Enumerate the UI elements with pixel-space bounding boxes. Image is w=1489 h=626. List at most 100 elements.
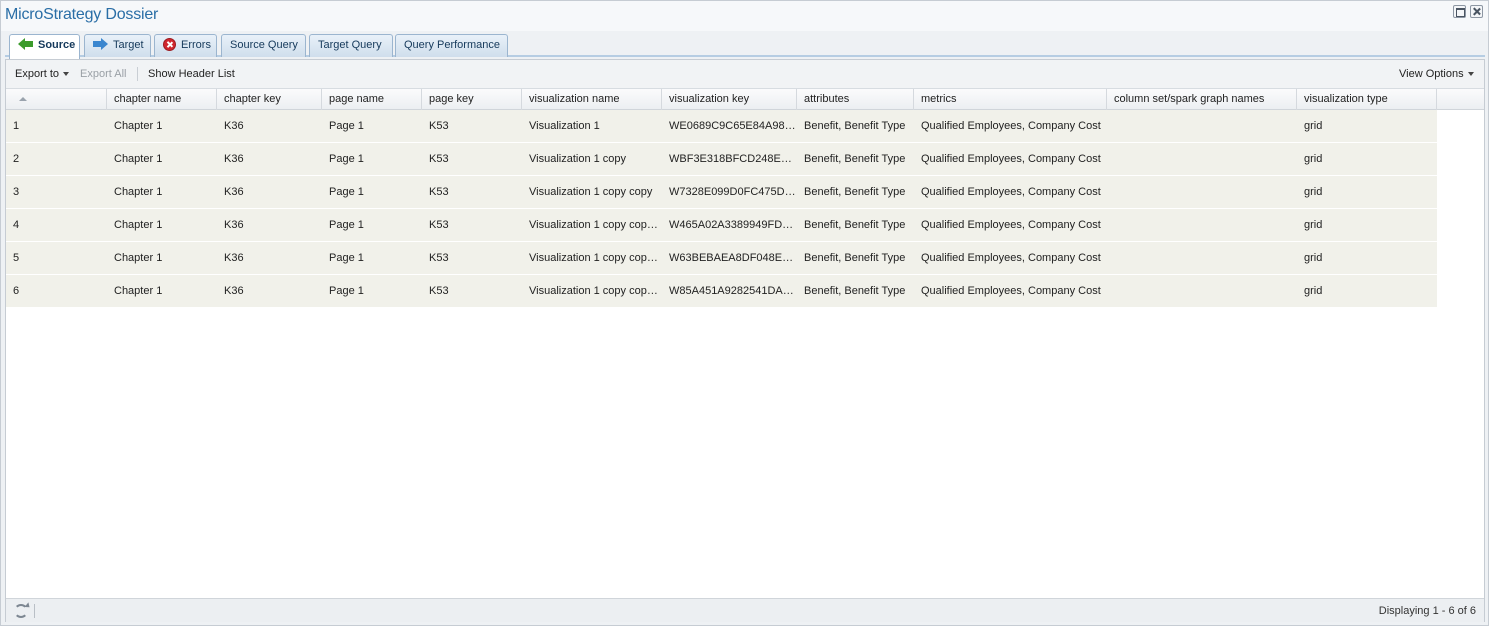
cell-visualization-name: Visualization 1 copy cop… <box>529 252 658 264</box>
tab-errors-label: Errors <box>181 39 211 51</box>
cell-metrics: Qualified Employees, Company Cost <box>921 285 1101 297</box>
column-header-visualization-name[interactable]: visualization name <box>522 89 662 110</box>
cell-page-name: Page 1 <box>329 186 364 198</box>
chevron-down-icon <box>63 72 70 77</box>
cell-visualization-name: Visualization 1 copy cop… <box>529 285 658 297</box>
grid-header: chapter name chapter key page name page … <box>6 89 1484 110</box>
cell-visualization-type: grid <box>1304 252 1323 264</box>
cell-column-set <box>1107 275 1297 307</box>
cell-visualization-name: Visualization 1 copy cop… <box>529 219 658 231</box>
cell-attributes: Benefit, Benefit Type <box>804 153 906 165</box>
cell-chapter-name: Chapter 1 <box>114 153 163 165</box>
column-header-index[interactable] <box>6 89 107 110</box>
column-header-visualization-type[interactable]: visualization type <box>1297 89 1437 110</box>
cell-index: 4 <box>13 219 20 231</box>
cell-metrics: Qualified Employees, Company Cost <box>921 186 1101 198</box>
show-header-list-button[interactable]: Show Header List <box>148 68 235 80</box>
tab-source-label: Source <box>38 39 76 51</box>
cell-visualization-key: W85A451A9282541DA… <box>669 285 794 297</box>
column-header-page-name[interactable]: page name <box>322 89 422 110</box>
cell-column-set <box>1107 209 1297 241</box>
refresh-icon[interactable] <box>14 604 28 618</box>
cell-page-key: K53 <box>429 186 449 198</box>
export-to-label: Export to <box>15 68 60 80</box>
column-header-chapter-key[interactable]: chapter key <box>217 89 322 110</box>
cell-visualization-key: W465A02A3389949FD… <box>669 219 794 231</box>
status-bar: Displaying 1 - 6 of 6 <box>6 598 1484 622</box>
cell-visualization-key: WBF3E318BFCD248E8… <box>669 153 797 165</box>
cell-column-set <box>1107 110 1297 142</box>
cell-chapter-key: K36 <box>224 120 244 132</box>
view-options-button[interactable]: View Options <box>1399 68 1474 80</box>
column-header-attributes[interactable]: attributes <box>797 89 914 110</box>
cell-metrics: Qualified Employees, Company Cost <box>921 153 1101 165</box>
cell-index: 2 <box>13 153 20 165</box>
grid-body: 1 Chapter 1 K36 Page 1 K53 Visualization… <box>6 110 1484 598</box>
cell-metrics: Qualified Employees, Company Cost <box>921 252 1101 264</box>
cell-attributes: Benefit, Benefit Type <box>804 219 906 231</box>
cell-chapter-key: K36 <box>224 252 244 264</box>
table-row[interactable]: 3 Chapter 1 K36 Page 1 K53 Visualization… <box>6 176 1437 209</box>
dossier-window: MicroStrategy Dossier Source Target Erro… <box>0 0 1489 626</box>
grid-toolbar: Export to Export All Show Header List Vi… <box>6 60 1484 89</box>
tab-source[interactable]: Source <box>9 34 80 59</box>
tab-target-query[interactable]: Target Query <box>309 34 393 57</box>
cell-visualization-type: grid <box>1304 153 1323 165</box>
cell-index: 5 <box>13 252 20 264</box>
export-to-button[interactable]: Export to <box>15 68 70 80</box>
column-header-metrics[interactable]: metrics <box>914 89 1107 110</box>
chevron-down-icon <box>1467 72 1474 77</box>
table-row[interactable]: 2 Chapter 1 K36 Page 1 K53 Visualization… <box>6 143 1437 176</box>
cell-chapter-name: Chapter 1 <box>114 186 163 198</box>
cell-page-name: Page 1 <box>329 219 364 231</box>
tab-query-performance-label: Query Performance <box>404 39 500 51</box>
close-icon[interactable] <box>1470 5 1483 18</box>
cell-visualization-name: Visualization 1 <box>529 120 600 132</box>
cell-page-name: Page 1 <box>329 153 364 165</box>
column-header-visualization-key[interactable]: visualization key <box>662 89 797 110</box>
grid-panel: Export to Export All Show Header List Vi… <box>5 59 1485 622</box>
table-row[interactable]: 5 Chapter 1 K36 Page 1 K53 Visualization… <box>6 242 1437 275</box>
column-header-chapter-name[interactable]: chapter name <box>107 89 217 110</box>
cell-chapter-key: K36 <box>224 219 244 231</box>
cell-page-name: Page 1 <box>329 285 364 297</box>
cell-attributes: Benefit, Benefit Type <box>804 285 906 297</box>
cell-visualization-type: grid <box>1304 120 1323 132</box>
maximize-icon[interactable] <box>1453 5 1466 18</box>
tab-target[interactable]: Target <box>84 34 151 57</box>
column-header-column-set[interactable]: column set/spark graph names <box>1107 89 1297 110</box>
column-header-page-key[interactable]: page key <box>422 89 522 110</box>
arrow-left-icon <box>18 38 33 51</box>
cell-chapter-key: K36 <box>224 153 244 165</box>
cell-chapter-name: Chapter 1 <box>114 219 163 231</box>
cell-visualization-key: WE0689C9C65E84A98… <box>669 120 796 132</box>
cell-metrics: Qualified Employees, Company Cost <box>921 219 1101 231</box>
status-divider <box>34 604 35 618</box>
export-all-button[interactable]: Export All <box>80 68 126 80</box>
cell-index: 3 <box>13 186 20 198</box>
cell-page-key: K53 <box>429 252 449 264</box>
window-title: MicroStrategy Dossier <box>5 6 159 23</box>
tab-errors[interactable]: Errors <box>154 34 217 57</box>
cell-chapter-name: Chapter 1 <box>114 120 163 132</box>
cell-page-key: K53 <box>429 153 449 165</box>
cell-visualization-type: grid <box>1304 219 1323 231</box>
cell-chapter-key: K36 <box>224 186 244 198</box>
cell-page-key: K53 <box>429 285 449 297</box>
tab-query-performance[interactable]: Query Performance <box>395 34 508 57</box>
arrow-right-icon <box>93 38 108 51</box>
cell-chapter-name: Chapter 1 <box>114 285 163 297</box>
cell-column-set <box>1107 176 1297 208</box>
cell-chapter-name: Chapter 1 <box>114 252 163 264</box>
cell-metrics: Qualified Employees, Company Cost <box>921 120 1101 132</box>
paging-status: Displaying 1 - 6 of 6 <box>1378 605 1476 617</box>
tab-source-query[interactable]: Source Query <box>221 34 306 57</box>
tab-target-query-label: Target Query <box>318 39 382 51</box>
cell-page-name: Page 1 <box>329 120 364 132</box>
table-row[interactable]: 1 Chapter 1 K36 Page 1 K53 Visualization… <box>6 110 1437 143</box>
cell-column-set <box>1107 242 1297 274</box>
cell-column-set <box>1107 143 1297 175</box>
cell-page-key: K53 <box>429 219 449 231</box>
table-row[interactable]: 4 Chapter 1 K36 Page 1 K53 Visualization… <box>6 209 1437 242</box>
table-row[interactable]: 6 Chapter 1 K36 Page 1 K53 Visualization… <box>6 275 1437 308</box>
